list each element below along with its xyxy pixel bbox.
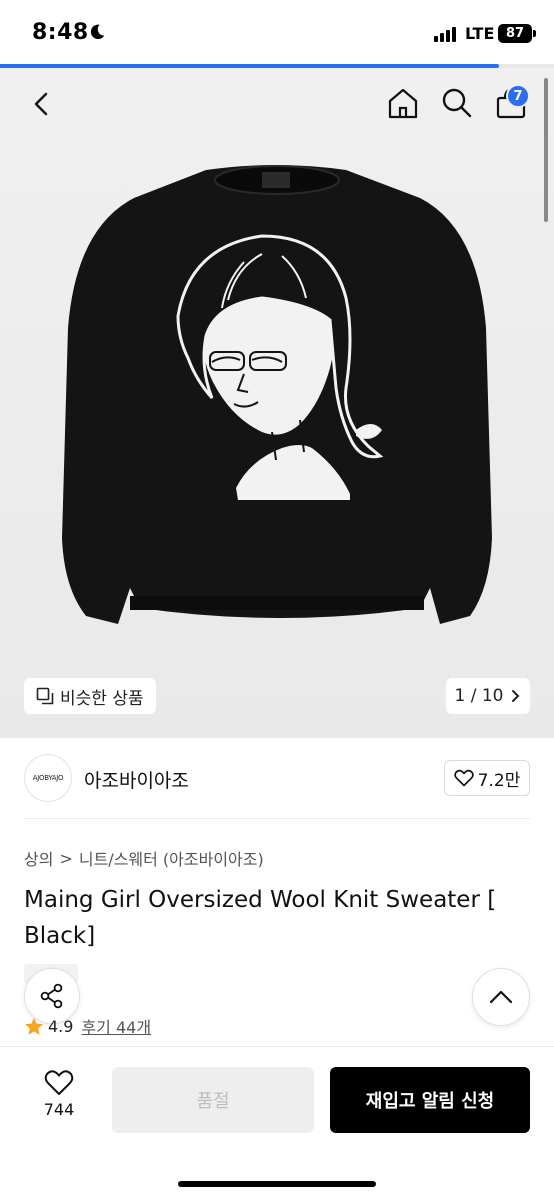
search-icon[interactable]	[440, 86, 474, 120]
status-bar: 8:48 LTE 87	[0, 0, 554, 68]
share-icon	[40, 983, 63, 1009]
signal-icon	[434, 26, 456, 42]
moon-icon	[90, 24, 105, 40]
similar-products-label: 비슷한 상품	[60, 688, 144, 709]
product-title: Maing Girl Oversized Wool Knit Sweater […	[24, 887, 497, 949]
scroll-to-top-button[interactable]	[472, 968, 530, 1026]
brand-logo[interactable]: AJOBYAJO	[24, 754, 72, 802]
heart-icon	[44, 1070, 74, 1095]
scroll-indicator	[544, 78, 548, 222]
bottom-purchase-bar: 744 품절 재입고 알림 신청	[0, 1046, 554, 1200]
battery-icon: 87	[498, 24, 532, 43]
star-icon	[25, 1017, 43, 1035]
chevron-up-icon	[489, 990, 513, 1004]
status-time: 8:48	[32, 20, 89, 45]
rating-row: 4.9 후기 44개	[24, 1014, 151, 1038]
battery-tip	[533, 30, 536, 37]
network-label: LTE	[465, 24, 495, 43]
similar-products-button[interactable]: 비슷한 상품	[24, 678, 156, 714]
breadcrumb-separator: >	[59, 848, 73, 868]
soldout-button: 품절	[112, 1067, 314, 1133]
breadcrumb: 상의 > 니트/스웨터 (아조바이아조)	[24, 846, 264, 870]
heart-icon	[453, 769, 474, 787]
brand-name[interactable]: 아조바이아조	[84, 766, 189, 793]
chevron-right-icon	[512, 690, 520, 702]
home-icon[interactable]	[386, 86, 420, 120]
product-image-gallery[interactable]: 7 비슷한 상품 1 / 10	[0, 68, 554, 738]
image-counter: 1 / 10	[454, 686, 504, 706]
brand-like-button[interactable]: 7.2만	[444, 760, 530, 796]
product-photo	[0, 68, 554, 738]
rating-value: 4.9	[48, 1016, 74, 1036]
image-counter-button[interactable]: 1 / 10	[446, 678, 530, 714]
wishlist-count: 744	[43, 1100, 75, 1119]
breadcrumb-category[interactable]: 상의	[24, 846, 53, 870]
brand-like-count: 7.2만	[477, 770, 521, 791]
similar-icon	[36, 687, 54, 705]
cart-count-badge: 7	[506, 84, 530, 108]
breadcrumb-subcategory[interactable]: 니트/스웨터 (아조바이아조)	[79, 846, 264, 870]
back-icon[interactable]	[26, 88, 58, 120]
restock-alert-button[interactable]: 재입고 알림 신청	[330, 1067, 530, 1133]
review-count-link[interactable]: 후기 44개	[81, 1014, 151, 1038]
divider	[24, 818, 530, 819]
brand-row: AJOBYAJO 아조바이아조 7.2만	[0, 738, 554, 820]
wishlist-button[interactable]: 744	[30, 1069, 88, 1133]
home-indicator	[178, 1181, 376, 1187]
